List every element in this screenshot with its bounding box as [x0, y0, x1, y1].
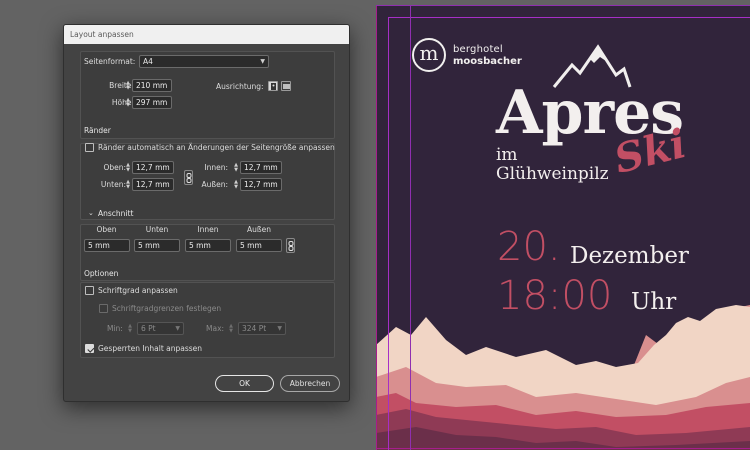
poster-im[interactable]: im	[496, 145, 518, 165]
chevron-down-icon: ▼	[260, 58, 265, 65]
logo-line2[interactable]: moosbacher	[453, 56, 522, 67]
height-field[interactable]: 297 mm	[132, 96, 172, 109]
stepper-arrows-icon[interactable]: ▲ ▼	[124, 179, 132, 190]
format-select[interactable]: A4 ▼	[139, 55, 269, 68]
bleed-bottom-field[interactable]: 5 mm	[134, 239, 180, 252]
poster-canvas[interactable]	[376, 5, 750, 450]
layout-dialog: Layout anpassen Seitenformat: A4 ▼ Breit…	[63, 24, 350, 402]
stepper-arrows-icon[interactable]: ▲ ▼	[126, 323, 134, 334]
min-select[interactable]: 6 Pt ▼	[137, 322, 184, 335]
bleed-inside-field[interactable]: 5 mm	[185, 239, 231, 252]
margin-bottom-field[interactable]: 12,7 mm	[132, 178, 174, 191]
width-stepper[interactable]: ▲ ▼ 210 mm	[124, 79, 172, 92]
margin-bottom-label: Unten:	[100, 180, 126, 189]
auto-margins-label: Ränder automatisch an Änderungen der Sei…	[98, 143, 335, 152]
bleed-header-outside: Außen	[247, 225, 271, 234]
max-value: 324 Pt	[242, 324, 267, 333]
chain-link-icon	[186, 173, 192, 183]
landscape-button[interactable]	[281, 81, 291, 91]
margin-outside-stepper[interactable]: ▲ ▼ 12,7 mm	[232, 178, 282, 191]
portrait-icon	[271, 83, 276, 90]
orientation-label: Ausrichtung:	[216, 82, 264, 91]
collapse-chevron-icon[interactable]: ⌄	[88, 209, 94, 217]
margin-top-field[interactable]: 12,7 mm	[132, 161, 174, 174]
font-limit-checkbox[interactable]	[99, 304, 108, 313]
bleed-outside-field[interactable]: 5 mm	[236, 239, 282, 252]
margin-top-guide	[388, 17, 750, 18]
format-label: Seitenformat:	[84, 57, 136, 66]
stepper-arrows-icon[interactable]: ▲ ▼	[232, 162, 240, 173]
poster-time[interactable]: 18:00	[497, 273, 612, 319]
stepper-arrows-icon[interactable]: ▲ ▼	[124, 162, 132, 173]
margin-inside-label: Innen:	[204, 163, 228, 172]
margins-title: Ränder	[84, 126, 111, 135]
portrait-button[interactable]	[268, 81, 278, 91]
poster-day[interactable]: 20.	[497, 224, 561, 270]
min-value: 6 Pt	[141, 324, 156, 333]
bleed-title: Anschnitt	[98, 209, 134, 218]
margin-inside-field[interactable]: 12,7 mm	[240, 161, 282, 174]
landscape-icon	[283, 84, 290, 89]
stepper-arrows-icon[interactable]: ▲ ▼	[124, 80, 132, 91]
bleed-top-field[interactable]: 5 mm	[84, 239, 130, 252]
dialog-title: Layout anpassen	[64, 25, 349, 44]
stepper-arrows-icon[interactable]: ▲ ▼	[124, 97, 132, 108]
min-label: Min:	[107, 324, 123, 333]
auto-margins-checkbox[interactable]	[85, 143, 94, 152]
margin-outside-field[interactable]: 12,7 mm	[240, 178, 282, 191]
stepper-arrows-icon[interactable]: ▲ ▼	[227, 323, 235, 334]
locked-content-checkbox[interactable]	[85, 344, 94, 353]
logo-mark[interactable]: m	[412, 38, 446, 72]
font-size-checkbox[interactable]	[85, 286, 94, 295]
max-label: Max:	[206, 324, 225, 333]
page-edge-guide	[376, 5, 377, 450]
margin-top-stepper[interactable]: ▲ ▼ 12,7 mm	[124, 161, 174, 174]
width-field[interactable]: 210 mm	[132, 79, 172, 92]
bleed-link-button[interactable]	[286, 238, 295, 253]
poster-month[interactable]: Dezember	[570, 243, 689, 269]
page-bottom-guide	[376, 448, 750, 449]
chain-link-icon	[288, 241, 294, 251]
margin-outside-label: Außen:	[201, 180, 228, 189]
poster-uhr[interactable]: Uhr	[631, 289, 676, 315]
bleed-header-inside: Innen	[197, 225, 219, 234]
column-guide	[410, 5, 411, 450]
chevron-down-icon: ▼	[277, 325, 282, 332]
format-value: A4	[143, 57, 153, 66]
options-title: Optionen	[84, 269, 119, 278]
locked-content-label: Gesperrten Inhalt anpassen	[98, 344, 203, 353]
height-stepper[interactable]: ▲ ▼ 297 mm	[124, 96, 172, 109]
margin-link-button[interactable]	[184, 170, 193, 185]
margin-left-guide	[388, 17, 389, 450]
bleed-top-guide	[376, 5, 750, 6]
bleed-header-top: Oben	[96, 225, 117, 234]
font-limit-label: Schriftgradgrenzen festlegen	[112, 304, 222, 313]
chevron-down-icon: ▼	[175, 325, 180, 332]
stepper-arrows-icon[interactable]: ▲ ▼	[232, 179, 240, 190]
max-select[interactable]: 324 Pt ▼	[238, 322, 286, 335]
margin-bottom-stepper[interactable]: ▲ ▼ 12,7 mm	[124, 178, 174, 191]
margin-top-label: Oben:	[103, 163, 126, 172]
cancel-button[interactable]: Abbrechen	[280, 375, 340, 392]
bleed-header-bottom: Unten	[145, 225, 169, 234]
margin-inside-stepper[interactable]: ▲ ▼ 12,7 mm	[232, 161, 282, 174]
ok-button[interactable]: OK	[215, 375, 274, 392]
font-size-label: Schriftgrad anpassen	[98, 286, 178, 295]
poster-venue[interactable]: Glühweinpilz	[496, 164, 609, 184]
logo-line1[interactable]: berghotel	[453, 44, 503, 55]
